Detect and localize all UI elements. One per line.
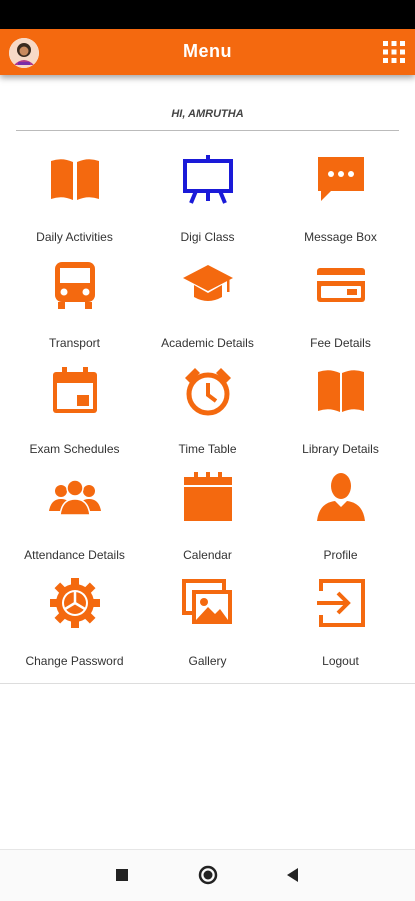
- calendar-icon: [184, 472, 232, 521]
- circle-icon[interactable]: [197, 864, 219, 886]
- book-icon: [51, 159, 99, 200]
- easel-icon: [183, 155, 233, 204]
- menu-item-label: Message Box: [304, 230, 377, 244]
- book-open-icon: [318, 370, 364, 412]
- grid-icon[interactable]: [383, 41, 405, 63]
- menu-item-label: Exam Schedules: [29, 442, 120, 456]
- page-title: Menu: [183, 41, 232, 61]
- divider: [16, 130, 399, 131]
- menu-item-attendance-details[interactable]: Attendance Details: [8, 461, 141, 566]
- menu-item-daily-activities[interactable]: Daily Activities: [8, 143, 141, 248]
- triangle-back-icon[interactable]: [282, 864, 304, 886]
- menu-item-time-table[interactable]: Time Table: [141, 355, 274, 460]
- menu-item-label: Digi Class: [180, 230, 235, 244]
- menu-item-change-password[interactable]: Change Password: [8, 567, 141, 672]
- menu-item-gallery[interactable]: Gallery: [141, 567, 274, 672]
- menu-item-label: Attendance Details: [24, 548, 125, 562]
- menu-item-exam-schedules[interactable]: Exam Schedules: [8, 355, 141, 460]
- status-bar: [0, 0, 415, 29]
- graduation-cap-icon: [183, 265, 233, 301]
- chat-icon: [318, 157, 364, 201]
- logout-icon: [317, 579, 365, 627]
- menu-item-transport[interactable]: Transport: [8, 249, 141, 354]
- bus-icon: [55, 262, 95, 309]
- menu-item-profile[interactable]: Profile: [274, 461, 407, 566]
- system-nav-bar: [0, 849, 415, 901]
- menu-item-label: Time Table: [178, 442, 237, 456]
- menu-item-label: Change Password: [25, 654, 124, 668]
- menu-item-label: Transport: [49, 336, 100, 350]
- menu-item-label: Library Details: [302, 442, 379, 456]
- menu-item-academic-details[interactable]: Academic Details: [141, 249, 274, 354]
- credit-card-icon: [317, 268, 365, 302]
- menu-item-label: Academic Details: [161, 336, 254, 350]
- menu-item-label: Logout: [322, 654, 359, 668]
- menu-item-logout[interactable]: Logout: [274, 567, 407, 672]
- gallery-icon: [182, 579, 232, 624]
- greeting-text: HI, AMRUTHA: [171, 108, 244, 120]
- menu-item-label: Gallery: [188, 654, 227, 668]
- menu-item-fee-details[interactable]: Fee Details: [274, 249, 407, 354]
- person-icon: [317, 473, 365, 521]
- menu-item-label: Profile: [323, 548, 358, 562]
- menu-item-label: Calendar: [183, 548, 232, 562]
- menu-item-library-details[interactable]: Library Details: [274, 355, 407, 460]
- square-icon[interactable]: [111, 864, 133, 886]
- menu-item-calendar[interactable]: Calendar: [141, 461, 274, 566]
- alarm-clock-icon: [185, 368, 231, 416]
- app-bar: Menu: [0, 29, 415, 75]
- calendar-event-icon: [53, 367, 97, 413]
- gear-icon: [50, 578, 100, 628]
- group-icon: [49, 479, 101, 516]
- menu-item-message-box[interactable]: Message Box: [274, 143, 407, 248]
- menu-item-label: Daily Activities: [36, 230, 113, 244]
- menu-item-label: Fee Details: [310, 336, 371, 350]
- divider: [0, 683, 415, 684]
- menu-item-digi-class[interactable]: Digi Class: [141, 143, 274, 248]
